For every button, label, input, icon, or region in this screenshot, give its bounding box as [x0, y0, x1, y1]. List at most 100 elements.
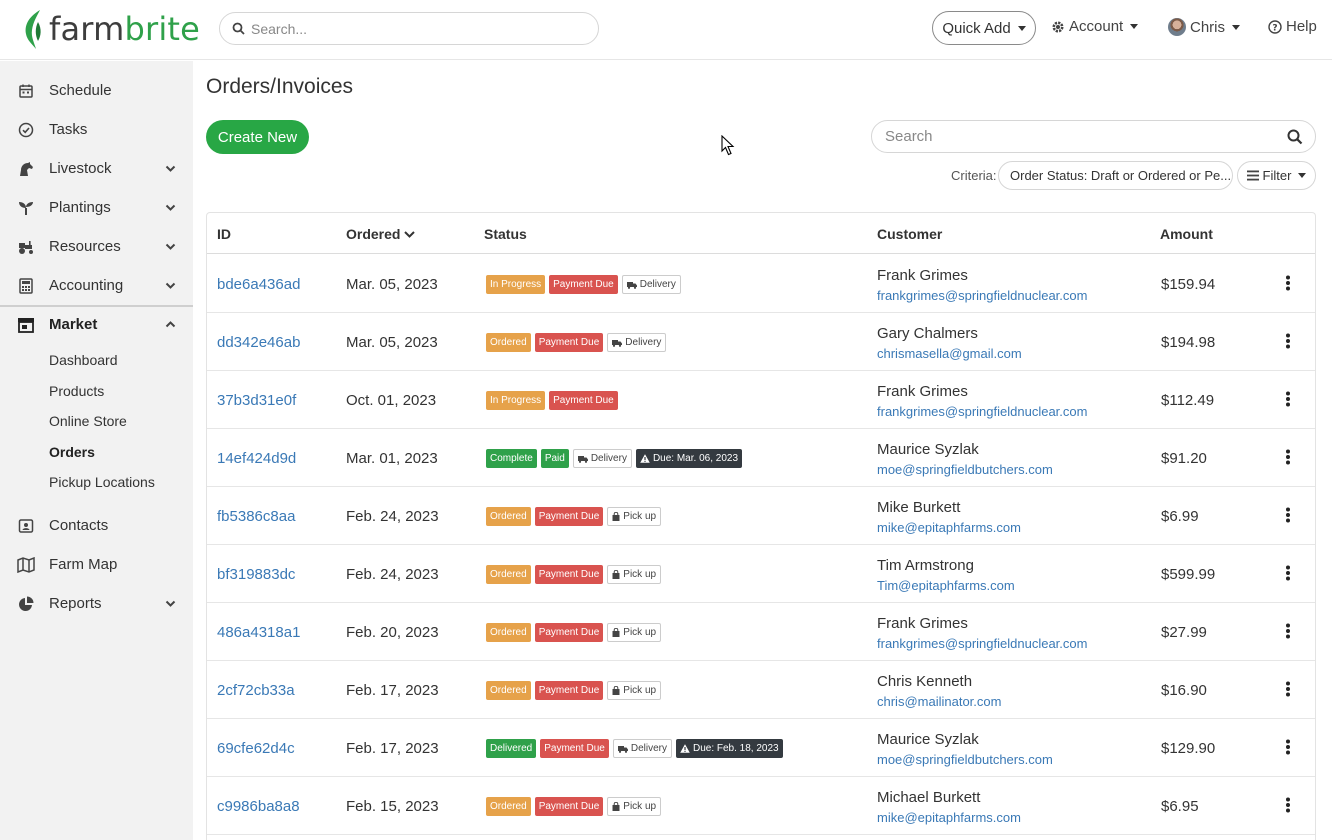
customer-email-link[interactable]: chris@mailinator.com [877, 694, 1001, 709]
user-menu[interactable]: Chris [1168, 18, 1241, 36]
order-status-group: Ordered Payment Due Pick up [486, 681, 662, 700]
customer-email-link[interactable]: frankgrimes@springfieldnuclear.com [877, 404, 1087, 419]
kebab-menu-icon[interactable] [1285, 623, 1291, 639]
sidebar-subitem-dashboard[interactable]: Dashboard [49, 352, 118, 368]
status-badge-text: Payment Due [538, 510, 600, 522]
order-id-link[interactable]: 2cf72cb33a [217, 682, 295, 699]
sidebar-item-label: Resources [49, 238, 121, 255]
bag-icon [612, 686, 620, 695]
table-row[interactable]: 2cf72cb33a Feb. 17, 2023 Ordered Payment Du… [207, 661, 1315, 719]
sidebar-item-contacts[interactable]: Contacts [0, 506, 193, 545]
status-badge: Payment Due [534, 623, 604, 642]
customer-email-link[interactable]: chrismasella@gmail.com [877, 346, 1022, 361]
search-icon[interactable] [1287, 129, 1303, 145]
table-row[interactable]: fb5386c8aa Feb. 24, 2023 Ordered Payment Du… [207, 487, 1315, 545]
sidebar-item-resources[interactable]: Resources [0, 227, 193, 266]
order-amount: $91.20 [1161, 450, 1207, 467]
customer-email-link[interactable]: moe@springfieldbutchers.com [877, 752, 1053, 767]
order-id-link[interactable]: bf319883dc [217, 566, 295, 583]
order-id-link[interactable]: bde6a436ad [217, 276, 300, 293]
sidebar-item-reports[interactable]: Reports [0, 584, 193, 623]
order-id-link[interactable]: 37b3d31e0f [217, 392, 296, 409]
status-badge-text: Payment Due [553, 278, 614, 290]
orders-search-input[interactable] [885, 128, 1275, 145]
status-badge: Delivery [612, 739, 672, 758]
order-date: Feb. 17, 2023 [346, 682, 439, 699]
order-date: Mar. 05, 2023 [346, 276, 438, 293]
kebab-menu-icon[interactable] [1285, 449, 1291, 465]
sidebar-item-label: Accounting [49, 277, 124, 294]
status-badge: Payment Due [534, 565, 604, 584]
order-amount: $16.90 [1161, 682, 1207, 699]
sidebar-item-farm-map[interactable]: Farm Map [0, 545, 193, 584]
kebab-menu-icon[interactable] [1285, 565, 1291, 581]
table-row[interactable]: 37b3d31e0f Oct. 01, 2023 In Progress Paymen… [207, 371, 1315, 429]
column-header-amount[interactable]: Amount [1160, 226, 1213, 242]
status-badge-text: Payment Due [538, 626, 600, 638]
sidebar-item-market[interactable]: Market [0, 305, 193, 344]
quick-add-button[interactable]: Quick Add [932, 11, 1036, 45]
customer-email-link[interactable]: mike@epitaphfarms.com [877, 810, 1021, 825]
kebab-menu-icon[interactable] [1285, 333, 1291, 349]
order-id-link[interactable]: fb5386c8aa [217, 508, 295, 525]
customer-email-link[interactable]: frankgrimes@springfieldnuclear.com [877, 636, 1087, 651]
table-row[interactable]: 69cfe62d4c Feb. 17, 2023 Delivered Payment … [207, 719, 1315, 777]
kebab-menu-icon[interactable] [1285, 391, 1291, 407]
sidebar-item-schedule[interactable]: Schedule [0, 71, 193, 110]
column-header-customer[interactable]: Customer [877, 226, 942, 242]
sidebar-subitem-pickup-locations[interactable]: Pickup Locations [49, 474, 155, 490]
table-row[interactable]: bf319883dc Feb. 24, 2023 Ordered Payment Du… [207, 545, 1315, 603]
filter-button[interactable]: Filter [1237, 161, 1316, 190]
criteria-filter-pill[interactable]: Order Status: Draft or Ordered or Pe... [998, 161, 1233, 190]
order-id-link[interactable]: 69cfe62d4c [217, 740, 295, 757]
order-status-group: In Progress Payment Due Delivery [486, 275, 681, 294]
customer-email-link[interactable]: mike@epitaphfarms.com [877, 520, 1021, 535]
table-row[interactable]: dd342e46ab Mar. 05, 2023 Ordered Payment Du… [207, 313, 1315, 371]
customer-email-link[interactable]: frankgrimes@springfieldnuclear.com [877, 288, 1087, 303]
sidebar-item-livestock[interactable]: Livestock [0, 149, 193, 188]
column-header-ordered[interactable]: Ordered [346, 226, 416, 242]
column-header-status[interactable]: Status [484, 226, 527, 242]
sidebar-item-accounting[interactable]: Accounting [0, 266, 193, 305]
leaf-logo-icon [25, 10, 41, 49]
sidebar-item-plantings[interactable]: Plantings [0, 188, 193, 227]
global-search-input[interactable] [251, 20, 571, 37]
farmbrite-logo[interactable]: farmbrite [22, 7, 200, 51]
sidebar-item-tasks[interactable]: Tasks [0, 110, 193, 149]
kebab-menu-icon[interactable] [1285, 275, 1291, 291]
status-badge: Ordered [486, 797, 531, 816]
sidebar-subitem-orders[interactable]: Orders [49, 444, 95, 460]
global-search[interactable] [219, 12, 599, 45]
order-id-link[interactable]: 14ef424d9d [217, 450, 296, 467]
table-row[interactable]: 486a4318a1 Feb. 20, 2023 Ordered Payment Du… [207, 603, 1315, 661]
order-id-link[interactable]: 486a4318a1 [217, 624, 300, 641]
order-id-link[interactable]: dd342e46ab [217, 334, 300, 351]
kebab-menu-icon[interactable] [1285, 739, 1291, 755]
column-header-id[interactable]: ID [217, 226, 231, 242]
kebab-menu-icon[interactable] [1285, 507, 1291, 523]
customer-email-link[interactable]: Tim@epitaphfarms.com [877, 578, 1015, 593]
help-link[interactable]: ? Help [1268, 18, 1317, 35]
create-new-button[interactable]: Create New [206, 120, 309, 154]
order-date: Feb. 24, 2023 [346, 508, 439, 525]
kebab-menu-icon[interactable] [1285, 681, 1291, 697]
table-row[interactable]: c9986ba8a8 Feb. 15, 2023 Ordered Payment Du… [207, 777, 1315, 835]
table-row[interactable]: 14ef424d9d Mar. 01, 2023 Complete Paid Deliv… [207, 429, 1315, 487]
table-row[interactable]: bde6a436ad Mar. 05, 2023 In Progress Paymen… [207, 255, 1315, 313]
truck-icon [577, 455, 588, 463]
map-icon [17, 556, 35, 574]
status-badge: Paid [540, 449, 569, 468]
customer-email-link[interactable]: moe@springfieldbutchers.com [877, 462, 1053, 477]
status-badge: Payment Due [540, 739, 609, 758]
calendar-icon [17, 82, 35, 100]
status-badge-text: Ordered [490, 800, 527, 812]
sidebar-subitem-online-store[interactable]: Online Store [49, 413, 127, 429]
status-badge: Payment Due [534, 797, 604, 816]
kebab-menu-icon[interactable] [1285, 797, 1291, 813]
order-id-link[interactable]: c9986ba8a8 [217, 798, 300, 815]
sidebar-subitem-products[interactable]: Products [49, 383, 104, 399]
chevron-down-icon [165, 165, 176, 172]
account-menu[interactable]: Account [1051, 18, 1139, 35]
status-badge: Ordered [486, 681, 531, 700]
orders-search[interactable] [871, 120, 1316, 153]
